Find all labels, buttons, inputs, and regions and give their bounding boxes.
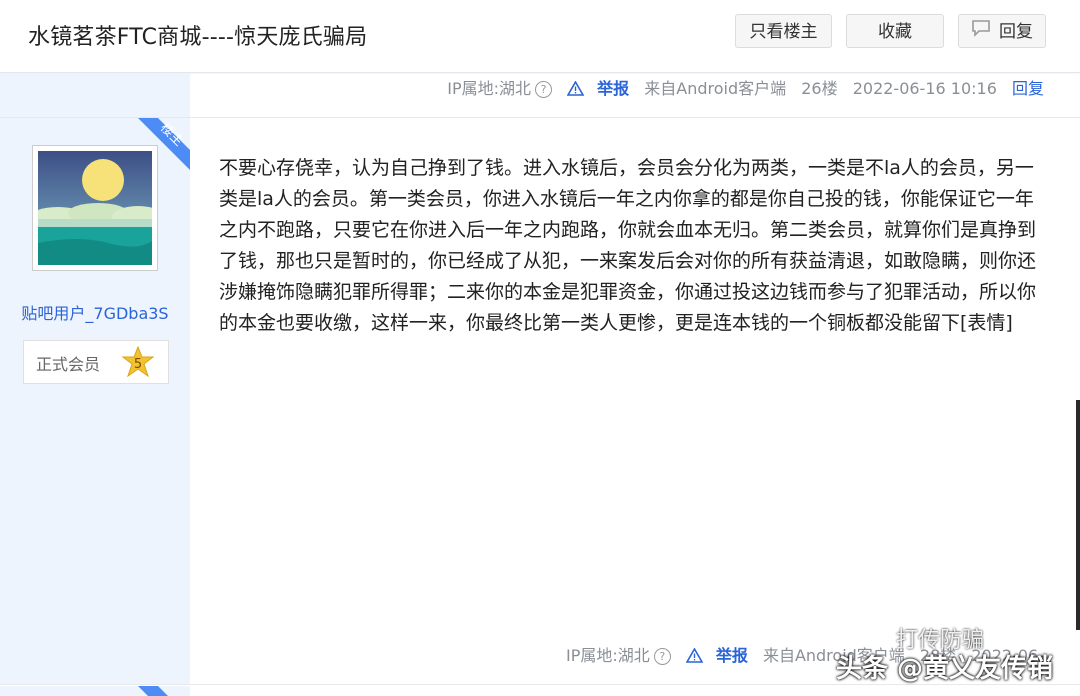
next-op-corner-ribbon	[138, 686, 168, 696]
help-icon[interactable]: ?	[535, 81, 553, 98]
watermark-main: 头条 @黄义友传销	[836, 654, 1054, 684]
report-link[interactable]: 举报	[685, 646, 748, 665]
prev-post-sidebar	[0, 73, 190, 117]
reply-link[interactable]: 回复	[1012, 79, 1044, 98]
member-level-label: 正式会员	[36, 355, 101, 374]
comment-icon	[971, 15, 991, 49]
reply-button-label: 回复	[999, 22, 1033, 42]
client-source[interactable]: 来自Android客户端	[644, 79, 786, 98]
help-icon[interactable]: ?	[653, 648, 671, 665]
username[interactable]: 贴吧用户_7GDba3S	[0, 300, 190, 324]
report-link[interactable]: 举报	[566, 79, 630, 98]
reply-button[interactable]: 回复	[958, 14, 1046, 48]
report-label: 举报	[715, 646, 748, 665]
report-label: 举报	[597, 79, 630, 98]
thread-title: 水镜茗茶FTC商城----惊天庞氏骗局	[28, 25, 368, 50]
member-level-number: 5	[134, 357, 142, 372]
only-op-button[interactable]: 只看楼主	[735, 14, 832, 48]
post-time: 2022-06-16 10:16	[852, 79, 997, 98]
warning-icon	[566, 80, 585, 96]
thread-header: 水镜茗茶FTC商城----惊天庞氏骗局 只看楼主 收藏 回复	[0, 0, 1080, 73]
avatar-image	[38, 151, 152, 265]
ip-location: IP属地:湖北	[565, 646, 650, 665]
ip-location: IP属地:湖北	[447, 79, 532, 98]
post-content: 不要心存侥幸，认为自己挣到了钱。进入水镜后，会员会分化为两类，一类是不la人的会…	[219, 157, 1037, 334]
member-badge[interactable]: 正式会员 5	[23, 340, 169, 384]
favorite-button[interactable]: 收藏	[846, 14, 944, 48]
level-star-icon: 5	[121, 345, 155, 382]
avatar[interactable]	[32, 145, 158, 271]
floor-number: 26楼	[801, 79, 838, 98]
prev-post-meta: IP属地:湖北? 举报 来自Android客户端 26楼 2022-06-16 …	[437, 75, 1044, 99]
screen-edge	[1076, 400, 1080, 630]
warning-icon	[685, 647, 704, 663]
